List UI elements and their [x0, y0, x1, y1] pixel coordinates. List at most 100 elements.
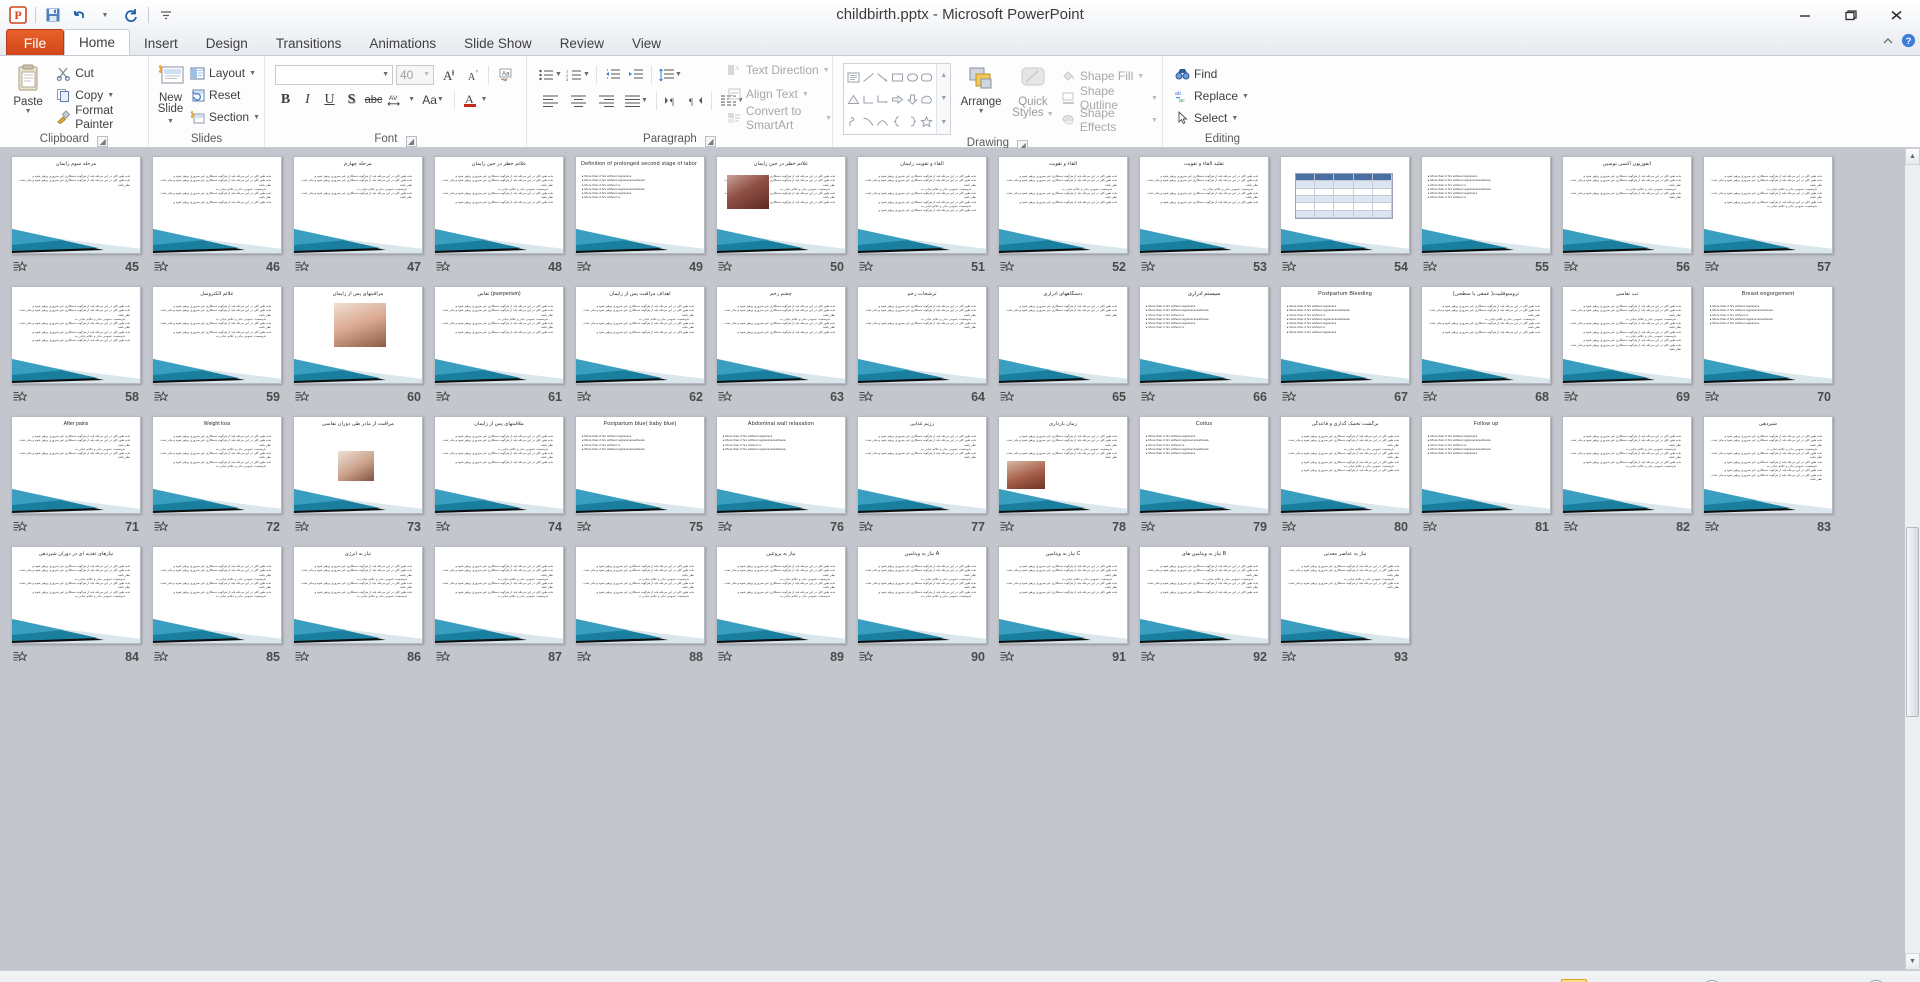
- slide-thumbnail-cell[interactable]: ▸ به طور کلی در این مرحله باید از هرگونه…: [429, 546, 570, 676]
- select-button[interactable]: Select ▼: [1175, 108, 1249, 128]
- slide-thumbnail[interactable]: سیستم ادراری ▸ More than 2 hrs without re…: [1139, 286, 1269, 384]
- slide-thumbnail[interactable]: علائم الکتروسل ▸ به طور کلی در این مرحله …: [152, 286, 282, 384]
- arc-shape-icon[interactable]: [875, 110, 890, 132]
- slide-thumbnail-cell[interactable]: نیاز به ویتامین A ▸ به طور کلی در این مرح…: [852, 546, 993, 676]
- arrange-dropdown-icon[interactable]: ▼: [978, 108, 985, 115]
- slide-thumbnail[interactable]: نفاس (puerperium) ▸ به طور کلی در این مرح…: [434, 286, 564, 384]
- close-icon[interactable]: [1874, 0, 1920, 30]
- slide-transition-icon[interactable]: [1423, 260, 1438, 274]
- slide-thumbnail[interactable]: Postpartum Bleeding ▸ More than 2 hrs wit…: [1280, 286, 1410, 384]
- tab-view[interactable]: View: [618, 31, 675, 55]
- slide-transition-icon[interactable]: [1282, 390, 1297, 404]
- slide-transition-icon[interactable]: [577, 390, 592, 404]
- convert-to-smartart-button[interactable]: Convert to SmartArt ▼: [727, 104, 832, 132]
- slide-transition-icon[interactable]: [1564, 390, 1579, 404]
- slide-thumbnail-cell[interactable]: ▸ به طور کلی در این مرحله باید از هرگونه…: [570, 546, 711, 676]
- shapes-more-icon[interactable]: ▼: [937, 111, 950, 134]
- slide-thumbnail[interactable]: ▸ به طور کلی در این مرحله باید از هرگونه…: [1703, 156, 1833, 254]
- slide-thumbnail-cell[interactable]: برگشت تخمک گذاری و قاعدگی ▸ به طور کلی در…: [1275, 416, 1416, 546]
- slide-thumbnail[interactable]: Coitus ▸ More than 2 hrs without regional…: [1139, 416, 1269, 514]
- font-size-dropdown-icon[interactable]: ▼: [423, 71, 430, 78]
- slide-thumbnail-cell[interactable]: شیردهی ▸ به طور کلی در این مرحله باید از …: [1698, 416, 1839, 546]
- slide-thumbnail-cell[interactable]: ▸ به طور کلی در این مرحله باید از هرگونه…: [6, 286, 147, 416]
- replace-dropdown-icon[interactable]: ▼: [1242, 93, 1249, 100]
- redo-icon[interactable]: [119, 3, 143, 27]
- slide-thumbnail-cell[interactable]: نیاز به ویتامین C ▸ به طور کلی در این مرح…: [993, 546, 1134, 676]
- smartart-dropdown-icon[interactable]: ▼: [825, 115, 832, 122]
- tab-insert[interactable]: Insert: [130, 31, 192, 55]
- slide-thumbnail-cell[interactable]: Postpartum Bleeding ▸ More than 2 hrs wit…: [1275, 286, 1416, 416]
- star-shape-icon[interactable]: [920, 110, 935, 132]
- shape-outline-button[interactable]: Shape Outline ▼: [1061, 84, 1158, 112]
- slide-transition-icon[interactable]: [1705, 520, 1720, 534]
- bullets-button[interactable]: ▼: [537, 64, 563, 85]
- slide-thumbnail[interactable]: مراقبتهای پس از زایمان: [293, 286, 423, 384]
- slide-thumbnail[interactable]: ▸ به طور کلی در این مرحله باید از هرگونه…: [152, 546, 282, 644]
- slide-thumbnail-cell[interactable]: انفوزیون اکسی توسین ▸ به طور کلی در این م…: [1557, 156, 1698, 286]
- slide-transition-icon[interactable]: [577, 260, 592, 274]
- customize-quick-access-icon[interactable]: [154, 3, 178, 27]
- restore-icon[interactable]: [1828, 0, 1874, 30]
- shape-fill-button[interactable]: Shape Fill ▼: [1061, 66, 1158, 86]
- new-slide-button[interactable]: New Slide ▼: [153, 61, 188, 127]
- slide-thumbnail[interactable]: زمان بارداری ▸ به طور کلی در این مرحله با…: [998, 416, 1128, 514]
- elbow-connector-shape-icon[interactable]: [861, 88, 876, 110]
- slide-thumbnail-cell[interactable]: مرحله سوم زایمان ▸ به طور کلی در این مرحل…: [6, 156, 147, 286]
- slide-transition-icon[interactable]: [436, 390, 451, 404]
- slide-thumbnail[interactable]: القاء و تقویت ▸ به طور کلی در این مرحله ب…: [998, 156, 1128, 254]
- layout-dropdown-icon[interactable]: ▼: [249, 70, 256, 77]
- slide-thumbnail[interactable]: ▸ More than 2 hrs without regional a ▸ Mo…: [1421, 156, 1551, 254]
- section-dropdown-icon[interactable]: ▼: [253, 114, 260, 121]
- left-to-right-button[interactable]: ¶: [662, 90, 683, 111]
- grow-font-button[interactable]: A: [437, 64, 458, 85]
- slide-thumbnail-cell[interactable]: علائم الکتروسل ▸ به طور کلی در این مرحله …: [147, 286, 288, 416]
- slide-thumbnail-cell[interactable]: نیازهای تغذیه ای در دوران شیردهی ▸ به طور…: [6, 546, 147, 676]
- text-direction-button[interactable]: A Text Direction ▼: [727, 60, 832, 80]
- shapes-gallery[interactable]: ▲ ▼ ▼: [843, 63, 952, 135]
- font-name-dropdown-icon[interactable]: ▼: [382, 71, 389, 78]
- shape-effects-dropdown-icon[interactable]: ▼: [1151, 117, 1158, 124]
- slide-thumbnail-cell[interactable]: Abdominal wall relaxation ▸ More than 2 h…: [711, 416, 852, 546]
- shape-fill-dropdown-icon[interactable]: ▼: [1137, 73, 1144, 80]
- cloud-shape-icon[interactable]: [920, 88, 935, 110]
- slide-transition-icon[interactable]: [1282, 520, 1297, 534]
- tab-review[interactable]: Review: [546, 31, 618, 55]
- slide-thumbnail-cell[interactable]: علائم خطر در حین زایمان ▸ به طور کلی در ا…: [429, 156, 570, 286]
- format-painter-button[interactable]: Format Painter: [56, 103, 144, 131]
- slide-thumbnail-cell[interactable]: نیاز به انرژی ▸ به طور کلی در این مرحله ب…: [288, 546, 429, 676]
- slide-transition-icon[interactable]: [1000, 260, 1015, 274]
- slide-thumbnail[interactable]: مرحله سوم زایمان ▸ به طور کلی در این مرحل…: [11, 156, 141, 254]
- slide-thumbnail[interactable]: نیازهای تغذیه ای در دوران شیردهی ▸ به طور…: [11, 546, 141, 644]
- slide-thumbnail-cell[interactable]: After pains ▸ به طور کلی در این مرحله بای…: [6, 416, 147, 546]
- slide-transition-icon[interactable]: [436, 260, 451, 274]
- slide-thumbnail-cell[interactable]: دستگاههای ادراری ▸ به طور کلی در این مرحل…: [993, 286, 1134, 416]
- slide-thumbnail[interactable]: مراقبت از مادر طی دوران نفاسی: [293, 416, 423, 514]
- slide-thumbnail[interactable]: مرحله چهارم ▸ به طور کلی در این مرحله بای…: [293, 156, 423, 254]
- slide-thumbnail[interactable]: Abdominal wall relaxation ▸ More than 2 h…: [716, 416, 846, 514]
- slide-thumbnail[interactable]: نیاز به انرژی ▸ به طور کلی در این مرحله ب…: [293, 546, 423, 644]
- section-button[interactable]: Section ▼: [190, 107, 260, 127]
- slide-thumbnail-cell[interactable]: علائم خطر در حین زایمان ▸ به طور کلی در ا…: [711, 156, 852, 286]
- slide-thumbnail[interactable]: تب نفاسی ▸ به طور کلی در این مرحله باید ا…: [1562, 286, 1692, 384]
- cut-button[interactable]: Cut: [56, 63, 144, 83]
- shape-outline-dropdown-icon[interactable]: ▼: [1151, 95, 1158, 102]
- slide-transition-icon[interactable]: [295, 520, 310, 534]
- slide-thumbnail-cell[interactable]: ترومبوفلبیت( عمقی یا سطحی) ▸ به طور کلی د…: [1416, 286, 1557, 416]
- paragraph-dialog-launcher[interactable]: ◢: [704, 136, 716, 147]
- copy-dropdown-icon[interactable]: ▼: [107, 92, 114, 99]
- justify-button[interactable]: ▼: [621, 90, 651, 111]
- help-icon[interactable]: ?: [1901, 33, 1916, 53]
- slide-thumbnail-cell[interactable]: Follow up ▸ More than 2 hrs without regio…: [1416, 416, 1557, 546]
- slide-thumbnail-cell[interactable]: نیاز به عناصر معدنی ▸ به طور کلی در این م…: [1275, 546, 1416, 676]
- paste-button[interactable]: Paste ▼: [4, 61, 52, 115]
- select-dropdown-icon[interactable]: ▼: [1231, 115, 1238, 122]
- slide-transition-icon[interactable]: [1282, 260, 1297, 274]
- numbering-button[interactable]: 1 2 3 ▼: [565, 64, 591, 85]
- slide-thumbnail[interactable]: ترومبوفلبیت( عمقی یا سطحی) ▸ به طور کلی د…: [1421, 286, 1551, 384]
- tab-slide-show[interactable]: Slide Show: [450, 31, 546, 55]
- slide-thumbnail-cell[interactable]: نیاز به پروتئین ▸ به طور کلی در این مرحله…: [711, 546, 852, 676]
- quick-styles-dropdown-icon[interactable]: ▼: [1047, 111, 1054, 118]
- scrollbar-track[interactable]: [1905, 165, 1920, 953]
- slide-thumbnail-cell[interactable]: ▸ به طور کلی در این مرحله باید از هرگونه…: [1557, 416, 1698, 546]
- minimize-ribbon-icon[interactable]: [1881, 34, 1895, 53]
